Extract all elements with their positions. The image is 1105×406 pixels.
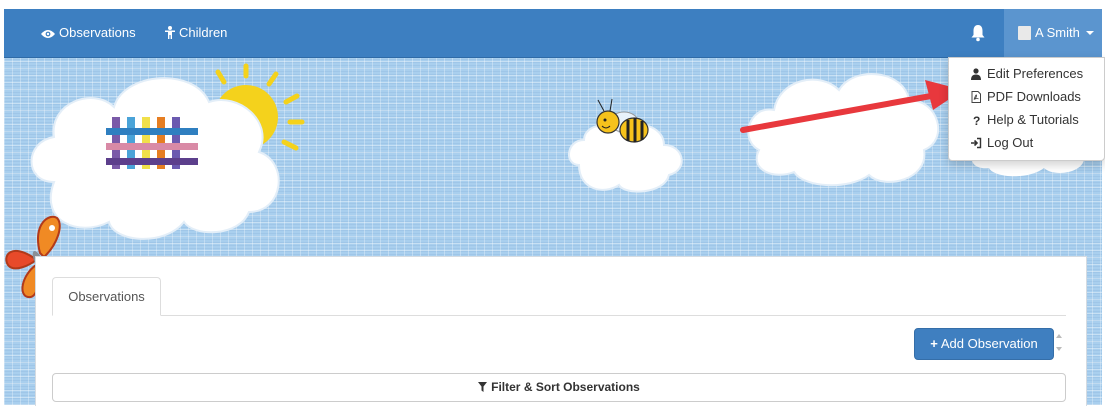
eye-icon [41,30,55,38]
add-observation-label: Add Observation [940,336,1038,351]
avatar [1018,26,1031,40]
nav-children-link[interactable]: Children [165,9,227,57]
filter-icon [478,382,488,392]
question-icon: ? [973,114,980,126]
top-navbar: Observations Children A Smith [4,9,1102,58]
nav-observations-label: Observations [59,25,136,40]
filter-sort-toggle[interactable]: Filter & Sort Observations [52,373,1066,402]
tab-observations[interactable]: Observations [52,277,161,316]
user-dropdown-menu: Edit Preferences PDF Downloads ? Help & … [948,57,1105,161]
menu-item-label: Help & Tutorials [987,112,1079,127]
user-name: A Smith [1035,25,1080,40]
caret-down-icon [1086,31,1094,35]
menu-item-log-out[interactable]: Log Out [949,132,1104,154]
add-observation-button[interactable]: + Add Observation [914,328,1054,360]
bee-cloud-illustration [568,98,683,193]
chevron-up-icon [1056,334,1062,338]
tab-divider [52,315,1066,316]
observations-panel: Observations + Add Observation Filter & S… [35,256,1087,406]
pdf-file-icon [971,91,981,103]
bell-icon[interactable] [970,24,986,42]
menu-item-pdf-downloads[interactable]: PDF Downloads [949,86,1104,108]
annotation-arrow-icon [740,80,963,133]
filter-sort-label: Filter & Sort Observations [491,380,640,394]
logout-icon [971,137,982,149]
chevron-down-icon [1056,347,1062,351]
menu-item-help-tutorials[interactable]: ? Help & Tutorials [949,109,1104,131]
menu-item-edit-preferences[interactable]: Edit Preferences [949,63,1104,85]
menu-item-label: Log Out [987,135,1034,150]
menu-item-label: PDF Downloads [987,89,1081,104]
scroll-spinner[interactable] [1053,328,1065,358]
nav-observations-link[interactable]: Observations [41,9,136,57]
menu-item-label: Edit Preferences [987,66,1084,81]
nav-children-label: Children [179,25,228,40]
user-menu-toggle[interactable]: A Smith [1004,9,1102,57]
plus-icon: + [930,336,938,351]
user-icon [971,68,981,80]
svg-text:?: ? [973,114,980,126]
child-icon [165,26,175,39]
